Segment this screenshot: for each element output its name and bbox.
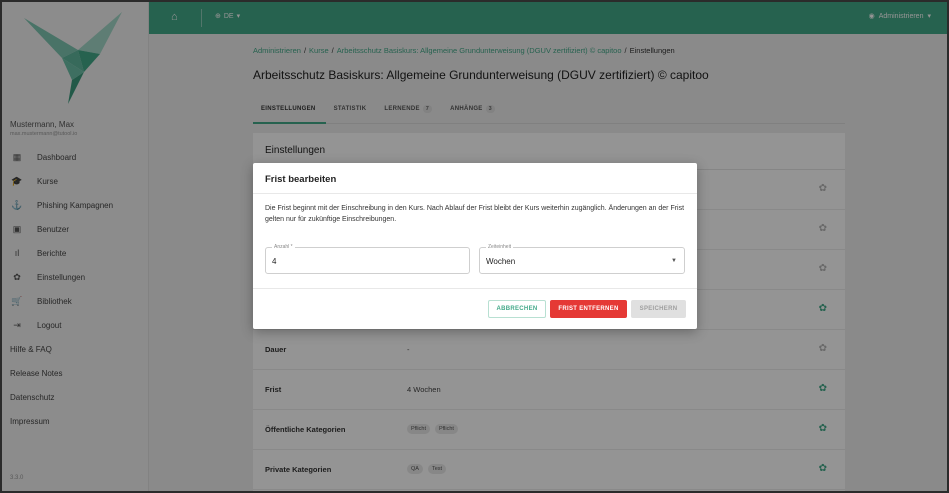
app-window: Mustermann, Max max.mustermann@tutool.io… [2,2,947,491]
edit-deadline-dialog: Frist bearbeiten Die Frist beginnt mit d… [253,163,697,329]
time-unit-label: Zeiteinheit [486,244,514,250]
cancel-button[interactable]: ABBRECHEN [488,300,546,318]
dialog-description: Die Frist beginnt mit der Einschreibung … [265,205,685,223]
amount-field[interactable]: Anzahl * 4 [265,244,470,274]
time-unit-select[interactable]: Zeiteinheit Wochen ▼ [479,244,685,274]
dialog-title: Frist bearbeiten [265,174,337,185]
dropdown-arrow-icon: ▼ [671,258,677,264]
amount-field-label: Anzahl * [272,244,295,250]
time-unit-value: Wochen [486,257,516,266]
amount-field-value: 4 [272,257,277,266]
remove-deadline-button[interactable]: FRIST ENTFERNEN [550,300,627,318]
save-button[interactable]: SPEICHERN [631,300,686,318]
